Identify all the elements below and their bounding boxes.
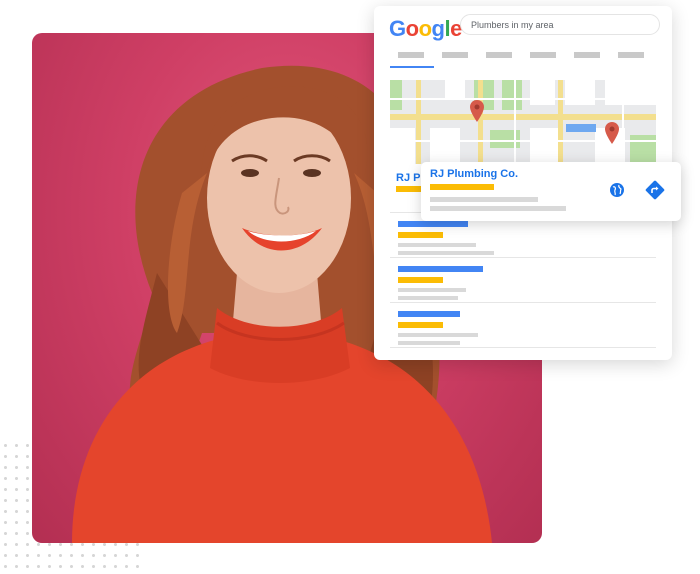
text-placeholder xyxy=(398,288,466,292)
directions-icon[interactable] xyxy=(645,180,665,200)
listing-title-placeholder xyxy=(398,266,483,272)
listing-title[interactable]: RJ P xyxy=(396,172,420,184)
listing-title-placeholder xyxy=(398,221,468,227)
text-placeholder xyxy=(398,251,494,255)
map-view[interactable] xyxy=(390,80,656,164)
featured-business-card[interactable]: RJ Plumbing Co. xyxy=(421,162,681,221)
map-pin-icon[interactable] xyxy=(605,122,619,144)
text-placeholder xyxy=(398,333,478,337)
map-pin-icon[interactable] xyxy=(470,100,484,122)
rating-placeholder xyxy=(398,232,443,238)
tab-placeholder[interactable] xyxy=(442,52,468,58)
text-placeholder xyxy=(398,296,458,300)
tab-placeholder[interactable] xyxy=(398,52,424,58)
tab-placeholder[interactable] xyxy=(530,52,556,58)
tab-placeholder[interactable] xyxy=(618,52,644,58)
business-name[interactable]: RJ Plumbing Co. xyxy=(430,168,518,180)
text-placeholder xyxy=(430,197,538,202)
search-tabs xyxy=(396,52,656,60)
text-placeholder xyxy=(398,243,476,247)
rating-bar xyxy=(396,186,422,192)
text-placeholder xyxy=(398,341,460,345)
listing-title-placeholder xyxy=(398,311,460,317)
rating-placeholder xyxy=(398,277,443,283)
rating-placeholder xyxy=(398,322,443,328)
rating-bar xyxy=(430,184,494,190)
list-item[interactable] xyxy=(390,257,656,302)
tab-placeholder[interactable] xyxy=(574,52,600,58)
globe-icon[interactable] xyxy=(609,182,625,198)
search-input[interactable]: Plumbers in my area xyxy=(460,14,660,35)
google-logo: Google xyxy=(389,16,462,41)
active-tab-indicator xyxy=(390,66,434,68)
text-placeholder xyxy=(430,206,566,211)
tab-placeholder[interactable] xyxy=(486,52,512,58)
list-item[interactable] xyxy=(390,302,656,348)
